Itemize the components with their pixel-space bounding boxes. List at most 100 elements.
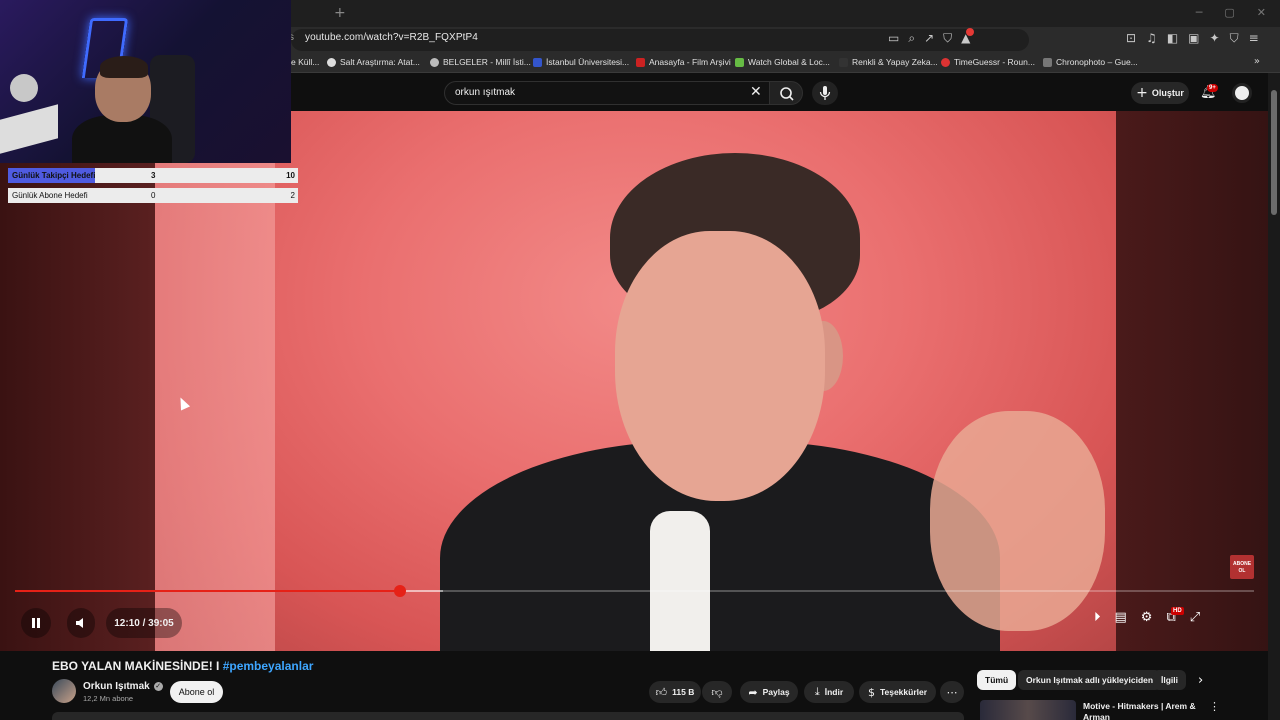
wallet-icon[interactable]: ▣	[1188, 31, 1199, 46]
video-person-hand	[930, 411, 1105, 631]
bookmark-item[interactable]: BELGELER - Millî İsti...	[430, 57, 531, 67]
search-query[interactable]: orkun ışıtmak	[455, 87, 515, 98]
search-button[interactable]	[769, 81, 803, 105]
restore-icon[interactable]: ▢	[1224, 6, 1234, 19]
bookmark-label: Anasayfa - Film Arşivi	[649, 57, 731, 67]
bookmark-label: Chronophoto – Gue...	[1056, 57, 1138, 67]
share-label: Paylaş	[762, 687, 790, 697]
like-button[interactable]: 👍︎ 115 B	[649, 681, 701, 703]
scrollbar-thumb[interactable]	[1271, 90, 1277, 215]
streamer-body	[72, 115, 172, 163]
chevron-right-icon[interactable]: ›	[1198, 673, 1203, 688]
more-vertical-icon[interactable]: ⋮	[1209, 700, 1220, 713]
bookmark-item[interactable]: Anasayfa - Film Arşivi	[636, 57, 731, 67]
bookmark-favicon-icon	[430, 57, 439, 67]
goal-current: 0	[151, 191, 156, 200]
more-actions-button[interactable]: ⋯	[940, 681, 964, 703]
sidebar-icon[interactable]: ◧	[1167, 31, 1178, 46]
thanks-button[interactable]: $ Teşekkürler	[859, 681, 936, 703]
bookmark-item[interactable]: Chronophoto – Gue...	[1043, 57, 1138, 67]
video-frame[interactable]	[155, 111, 1116, 651]
subtitles-icon[interactable]: ▤	[1115, 610, 1127, 625]
recommended-thumbnail[interactable]	[980, 700, 1076, 720]
channel-name[interactable]: Orkun Işıtmak ✓	[83, 681, 163, 692]
bookmark-item[interactable]: Renkli & Yapay Zeka...	[839, 57, 938, 67]
screenshot-icon[interactable]: ⊡	[1126, 31, 1136, 46]
fullscreen-icon[interactable]: ⤢	[1190, 610, 1200, 625]
bookmark-favicon-icon	[327, 57, 336, 67]
bookmark-label: TimeGuessr - Roun...	[954, 57, 1035, 67]
goal-label: Günlük Takipçi Hedefi	[12, 171, 96, 180]
bookmark-favicon-icon	[941, 57, 950, 67]
bookmark-label: Renkli & Yapay Zeka...	[852, 57, 938, 67]
bookmark-label: Watch Global & Loc...	[748, 57, 830, 67]
bookmark-item[interactable]: İstanbul Üniversitesi...	[533, 57, 629, 67]
chip-from-uploader[interactable]: Orkun Işıtmak adlı yükleyiciden	[1018, 670, 1162, 690]
channel-name-text[interactable]: Orkun Işıtmak	[83, 681, 150, 692]
streamer-hair	[100, 56, 148, 78]
clear-search-icon[interactable]: ✕	[750, 84, 762, 100]
account-avatar[interactable]	[1232, 83, 1252, 103]
video-title-text: EBO YALAN MAKİNESİNDE! I	[52, 659, 220, 673]
share-arrow-icon: ➦	[748, 685, 758, 699]
bookmark-item[interactable]: TimeGuessr - Roun...	[941, 57, 1035, 67]
autoplay-toggle-icon[interactable]: ⏵	[1094, 610, 1101, 625]
bookmark-item[interactable]: e Küll...	[291, 57, 319, 67]
bookmark-item[interactable]: Watch Global & Loc...	[735, 57, 830, 67]
minimize-icon[interactable]: ─	[1196, 6, 1203, 19]
chip-all[interactable]: Tümü	[977, 670, 1017, 690]
hd-badge: HD	[1171, 607, 1184, 615]
keyboard	[0, 104, 58, 154]
like-count: 115 B	[672, 687, 695, 697]
search-icon	[780, 87, 794, 101]
player-right-controls: ⏵ ▤ ⚙ ⧉ ⤢	[1094, 610, 1200, 625]
recommended-title[interactable]: Motive - Hitmakers | Arem & Arman	[1083, 701, 1201, 720]
vpn-icon[interactable]: ⛉	[1230, 31, 1239, 46]
volume-button[interactable]	[67, 608, 95, 638]
settings-gear-icon[interactable]: ⚙	[1141, 610, 1153, 625]
close-icon[interactable]: ✕	[1257, 6, 1266, 19]
url-text[interactable]: youtube.com/watch?v=R2B_FQXPtP4	[305, 32, 478, 43]
subscribe-watermark-label: ABONE OL	[1232, 561, 1252, 574]
bookmark-label: BELGELER - Millî İsti...	[443, 57, 531, 67]
bookmark-item[interactable]: Salt Araştırma: Atat...	[327, 57, 420, 67]
menu-icon[interactable]: ≡	[1249, 31, 1259, 46]
bookmark-label: İstanbul Üniversitesi...	[546, 57, 630, 67]
bookmarks-overflow-icon[interactable]: »	[1254, 56, 1260, 67]
download-icon: ⤓	[814, 685, 820, 698]
pause-icon	[32, 618, 40, 628]
ai-icon[interactable]: ✦	[1210, 31, 1220, 46]
progress-scrubber[interactable]	[394, 585, 406, 597]
goal-target: 2	[290, 191, 295, 200]
shield-icon[interactable]: ⛉	[943, 31, 952, 46]
hashtag-link[interactable]: #pembeyalanlar	[223, 659, 314, 673]
share-button[interactable]: ➦ Paylaş	[740, 681, 798, 703]
microphone-icon	[819, 86, 831, 100]
cast-icon[interactable]: ▭	[888, 31, 899, 46]
extension-alert-icon[interactable]: ▲	[961, 28, 975, 46]
share-icon[interactable]: ↗	[924, 31, 934, 46]
goal-target: 10	[286, 171, 295, 180]
description-box[interactable]	[52, 712, 964, 720]
chip-related[interactable]: İlgili	[1153, 670, 1186, 690]
voice-search-button[interactable]	[812, 81, 838, 105]
dislike-button[interactable]: 👎︎	[702, 681, 732, 703]
pause-button[interactable]	[21, 608, 51, 638]
thanks-label: Teşekkürler	[879, 687, 928, 697]
new-tab-button[interactable]: +	[334, 5, 346, 21]
thumbs-down-icon: 👎︎	[711, 685, 723, 699]
plus-icon: +	[1136, 85, 1148, 101]
subscribe-button[interactable]: Abone ol	[170, 681, 223, 703]
create-button[interactable]: + Oluştur	[1131, 82, 1189, 104]
zoom-icon[interactable]: ⌕	[908, 31, 915, 46]
subscriber-goal-bar: Günlük Abone Hedefi 0 2	[8, 188, 298, 203]
music-icon[interactable]: ♫	[1146, 31, 1157, 46]
follower-goal-bar: Günlük Takipçi Hedefi 3 10	[8, 168, 298, 183]
channel-avatar[interactable]	[52, 679, 76, 703]
notifications-badge: 9+	[1207, 84, 1218, 92]
download-button[interactable]: ⤓ İndir	[804, 681, 854, 703]
bookmark-favicon-icon	[1043, 57, 1052, 67]
subscribe-watermark[interactable]: ABONE OL	[1230, 555, 1254, 579]
bookmark-favicon-icon	[533, 57, 542, 67]
time-display: 12:10 / 39:05	[106, 608, 182, 638]
